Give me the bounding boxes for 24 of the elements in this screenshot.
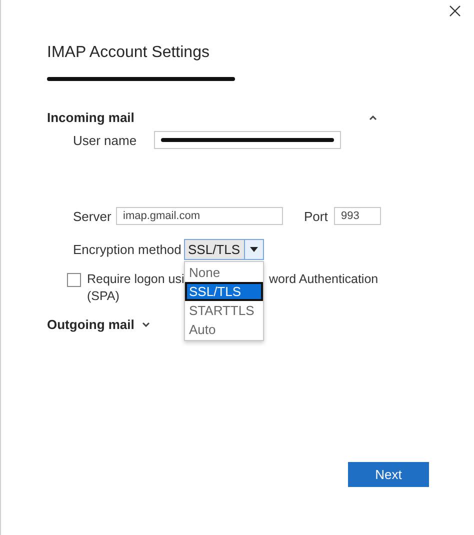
next-button[interactable]: Next (348, 462, 429, 487)
input-field[interactable]: 993 (334, 207, 381, 225)
dialog-title: IMAP Account Settings (47, 44, 210, 63)
close-icon (449, 5, 461, 17)
field-label: Encryption method (73, 242, 182, 257)
dropdown[interactable]: SSL/TLS (184, 239, 264, 260)
input-field[interactable]: imap.gmail.com (116, 207, 283, 225)
dropdown-option[interactable]: STARTTLS (185, 301, 263, 320)
input-field[interactable] (154, 131, 341, 149)
chevron-up-icon[interactable] (369, 115, 377, 120)
dropdown-option[interactable]: None (185, 263, 263, 282)
checkbox-label: word Authentication (269, 271, 378, 288)
field-label: Server (73, 208, 112, 224)
dropdown-option[interactable]: SSL/TLS (185, 282, 263, 301)
chevron-down-icon[interactable] (142, 322, 150, 327)
field-label: User name (73, 132, 138, 148)
checkbox-label: Require logon usi (87, 271, 185, 288)
dropdown-option[interactable]: Auto (185, 320, 263, 339)
caret-icon (250, 247, 258, 252)
checkbox-label: (SPA) (87, 288, 120, 305)
section-heading: Incoming mail (47, 110, 134, 125)
checkbox[interactable] (67, 273, 81, 287)
field-label: Port (304, 208, 329, 224)
section-heading: Outgoing mail (47, 317, 134, 332)
